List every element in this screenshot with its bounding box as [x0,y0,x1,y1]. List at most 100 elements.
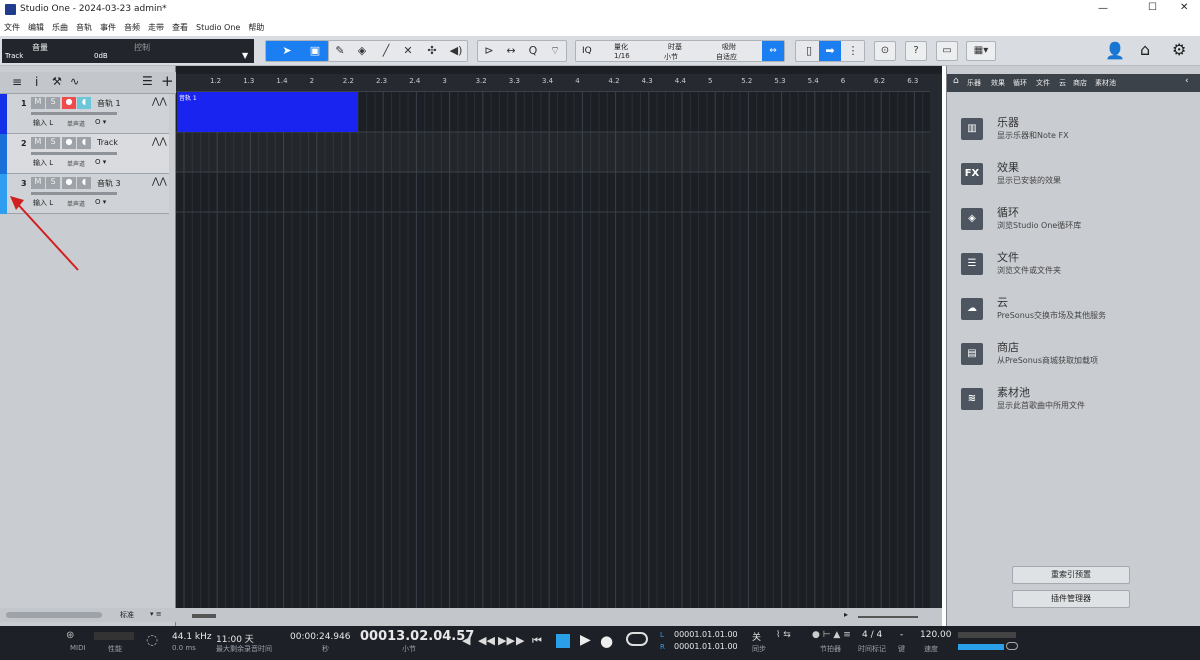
video-button[interactable]: ▭ [936,41,958,61]
record-arm-button[interactable]: ● [62,137,76,149]
browser-item-effects[interactable]: FX 效果 显示已安装的效果 [957,157,1187,197]
track-color-3[interactable] [0,174,7,214]
track-header[interactable]: 1 M S ● ◖ 音轨 1 ⋀⋀ 输入 L 单声道 O ▾ [7,94,169,134]
horizontal-scroll-thumb[interactable] [192,614,216,618]
follow-icon[interactable]: ➡ [819,41,841,61]
menu-transport[interactable]: 走带 [144,20,168,35]
menu-view[interactable]: 查看 [168,20,192,35]
track-name[interactable]: Track [97,138,118,147]
monitor-button[interactable]: ◖ [77,97,91,109]
settings-icon[interactable]: ⚙ [1172,40,1186,59]
record-button[interactable]: ● [600,632,613,650]
stop-button[interactable] [556,634,570,648]
browser-item-loops[interactable]: ◈ 循环 浏览Studio One循环库 [957,202,1187,242]
master-volume-slider[interactable] [958,644,1004,650]
time-signature[interactable]: 4 / 4 [862,630,882,640]
menu-edit[interactable]: 编辑 [24,20,48,35]
browser-item-instruments[interactable]: ▥ 乐器 显示乐器和Note FX [957,112,1187,152]
volume-slider[interactable] [31,152,117,155]
listen-tool-icon[interactable]: ◀) [445,41,467,61]
forward-icon[interactable]: ▶▶ [498,634,515,647]
menu-event[interactable]: 事件 [96,20,120,35]
toggle-icon[interactable] [1006,642,1018,650]
help-button[interactable]: ? [905,41,927,61]
home-tab-icon[interactable]: ⌂ [953,76,959,86]
mute-button[interactable]: M [31,137,45,149]
key-value[interactable]: - [900,630,903,640]
channel-mode[interactable]: 单声道 [67,159,85,168]
snap-toggle-icon[interactable]: ⇔ [762,41,784,61]
loop-start[interactable]: 00001.01.01.00 [674,630,738,639]
quantize-value[interactable]: 1/16 [614,52,630,60]
output-select[interactable]: O ▾ [95,158,106,166]
time-seconds-unit[interactable]: 秒 [322,644,329,654]
arrow-tool-icon[interactable]: ➤ [276,41,298,61]
tab-cloud[interactable]: 云 [1059,78,1066,88]
monitor-button[interactable]: ◖ [77,177,91,189]
close-button[interactable]: ✕ [1180,2,1188,13]
mute-button[interactable]: M [31,177,45,189]
monitor-button[interactable]: ◖ [77,137,91,149]
mute-button[interactable]: M [31,97,45,109]
eraser-tool-icon[interactable]: ◈ [351,41,373,61]
play-button[interactable]: ▶ [580,632,591,648]
bend-tool-icon[interactable]: ✣ [421,41,443,61]
zoom-slider[interactable] [858,616,918,618]
layout-button[interactable]: ▦▾ [966,41,996,61]
metronome-icon[interactable]: ● ⊢ ▲ ≡ [812,630,851,640]
input-select[interactable]: 输入 L [33,198,53,208]
tab-shop[interactable]: 商店 [1073,78,1087,88]
browser-item-shop[interactable]: ▤ 商店 从PreSonus商城获取加载项 [957,337,1187,377]
position-unit[interactable]: 小节 [402,644,416,654]
menu-icon[interactable]: ≡ [12,75,22,89]
menu-studio-one[interactable]: Studio One [192,21,244,34]
browser-item-cloud[interactable]: ☁ 云 PreSonus交换市场及其他服务 [957,292,1187,332]
timebase-value[interactable]: 小节 [664,52,678,62]
sync-value[interactable]: 关 [752,630,761,643]
control-tab[interactable]: 控制 [134,42,150,53]
volume-value[interactable]: 0dB [94,52,108,60]
position-display[interactable]: 00013.02.04.57 [360,629,474,644]
solo-button[interactable]: S [46,137,60,149]
tab-files[interactable]: 文件 [1036,78,1050,88]
to-start-icon[interactable]: ⏮ [532,634,542,648]
menu-track[interactable]: 音轨 [72,20,96,35]
tab-loops[interactable]: 循环 [1013,78,1027,88]
channel-mode[interactable]: 单声道 [67,119,85,128]
wrench-icon[interactable]: ⚒ [52,75,62,88]
record-arm-button[interactable]: ● [62,97,76,109]
menu-audio[interactable]: 音频 [120,20,144,35]
browser-item-pool[interactable]: ≋ 素材池 显示此首歌曲中所用文件 [957,382,1187,422]
scroll-right-icon[interactable]: ▸ [844,610,848,619]
track-name[interactable]: 音轨 3 [97,178,121,189]
tempo-value[interactable]: 120.00 [920,630,952,640]
waveform-icon[interactable]: ⋀⋀ [152,97,167,107]
browser-scroll-icon[interactable]: ‹ [1185,76,1189,86]
iq-button[interactable]: IQ [582,46,592,56]
tab-instruments[interactable]: 乐器 [967,78,981,88]
output-select[interactable]: O ▾ [95,118,106,126]
time-seconds[interactable]: 00:00:24.946 [290,632,350,642]
solo-button[interactable]: S [46,97,60,109]
track-color-2[interactable] [0,134,7,174]
snapshot-button[interactable]: ⊙ [874,41,896,61]
menu-song[interactable]: 乐曲 [48,20,72,35]
menu-help[interactable]: 帮助 [244,20,268,35]
stretch-icon[interactable]: ↔ [500,41,522,61]
precount-icon[interactable]: ⌇ ⇆ [776,630,791,640]
user-icon[interactable]: 👤 [1105,41,1125,60]
home-icon[interactable]: ⌂ [1140,40,1150,59]
waveform-icon[interactable]: ⋀⋀ [152,177,167,187]
channel-mode[interactable]: 单声道 [67,199,85,208]
input-select[interactable]: 输入 L [33,158,53,168]
plugin-manager-button[interactable]: 插件管理器 [1012,590,1130,608]
menu-file[interactable]: 文件 [0,20,24,35]
automation-icon[interactable]: ∿ [70,75,79,88]
add-track-icon[interactable]: + [161,72,174,90]
tab-effects[interactable]: 效果 [991,78,1005,88]
rewind-start-icon[interactable]: ◀ [462,634,470,647]
track-color-1[interactable] [0,94,7,134]
snap-value[interactable]: 自适应 [716,52,737,62]
audio-clip[interactable]: 音轨 1 [177,92,358,132]
loop-button[interactable] [626,632,648,646]
